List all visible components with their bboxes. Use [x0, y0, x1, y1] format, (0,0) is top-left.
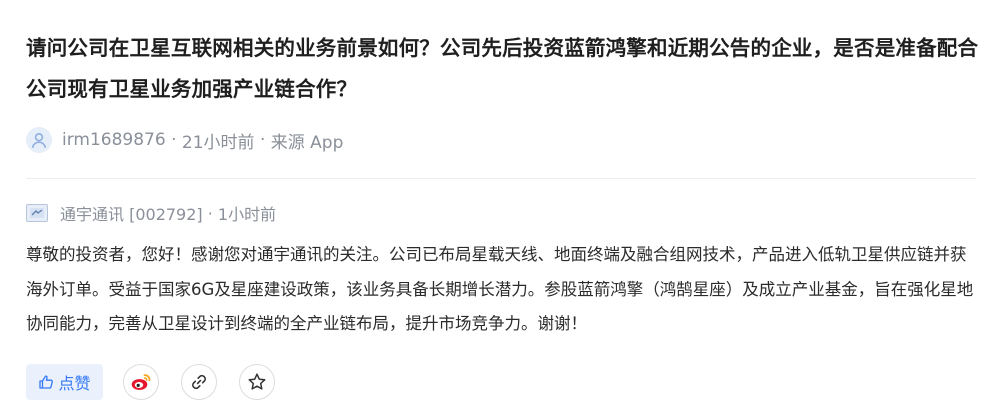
- link-icon: [192, 374, 206, 390]
- avatar[interactable]: [26, 127, 52, 153]
- user-icon: [31, 132, 46, 148]
- question-meta: irm1689876 · 21小时前 · 来源 App: [26, 125, 343, 155]
- favorite-button[interactable]: [239, 364, 275, 400]
- reply-meta: 通宇通讯 [002792] · 1小时前: [26, 200, 276, 226]
- copy-link-button[interactable]: [181, 364, 217, 400]
- company-name[interactable]: 通宇通讯 [002792]: [60, 201, 203, 225]
- reply-text: 尊敬的投资者，您好！感谢您对通宇通讯的关注。公司已布局星载天线、地面终端及融合组…: [26, 245, 974, 333]
- question-time: 21小时前: [181, 132, 255, 153]
- author-name[interactable]: irm1689876: [62, 130, 166, 150]
- weibo-icon: [131, 374, 151, 390]
- like-label: 点赞: [58, 374, 91, 393]
- meta-separator: ·: [202, 203, 218, 223]
- qa-card: 请问公司在卫星互联网相关的业务前景如何？公司先后投资蓝箭鸿擎和近期公告的企业，是…: [0, 0, 1003, 420]
- action-bar: 点赞: [26, 363, 275, 401]
- company-logo-icon: [26, 204, 48, 222]
- reply-time: 1小时前: [217, 205, 277, 224]
- question-title: 请问公司在卫星互联网相关的业务前景如何？公司先后投资蓝箭鸿擎和近期公告的企业，是…: [26, 36, 979, 101]
- meta-separator: ·: [254, 130, 271, 150]
- divider: [26, 178, 976, 179]
- star-icon: [248, 373, 266, 390]
- like-button[interactable]: 点赞: [26, 364, 103, 400]
- question-source: 来源 App: [270, 132, 344, 153]
- share-weibo-button[interactable]: [123, 364, 159, 400]
- meta-separator: ·: [165, 130, 182, 150]
- thumbs-up-icon: [39, 375, 54, 389]
